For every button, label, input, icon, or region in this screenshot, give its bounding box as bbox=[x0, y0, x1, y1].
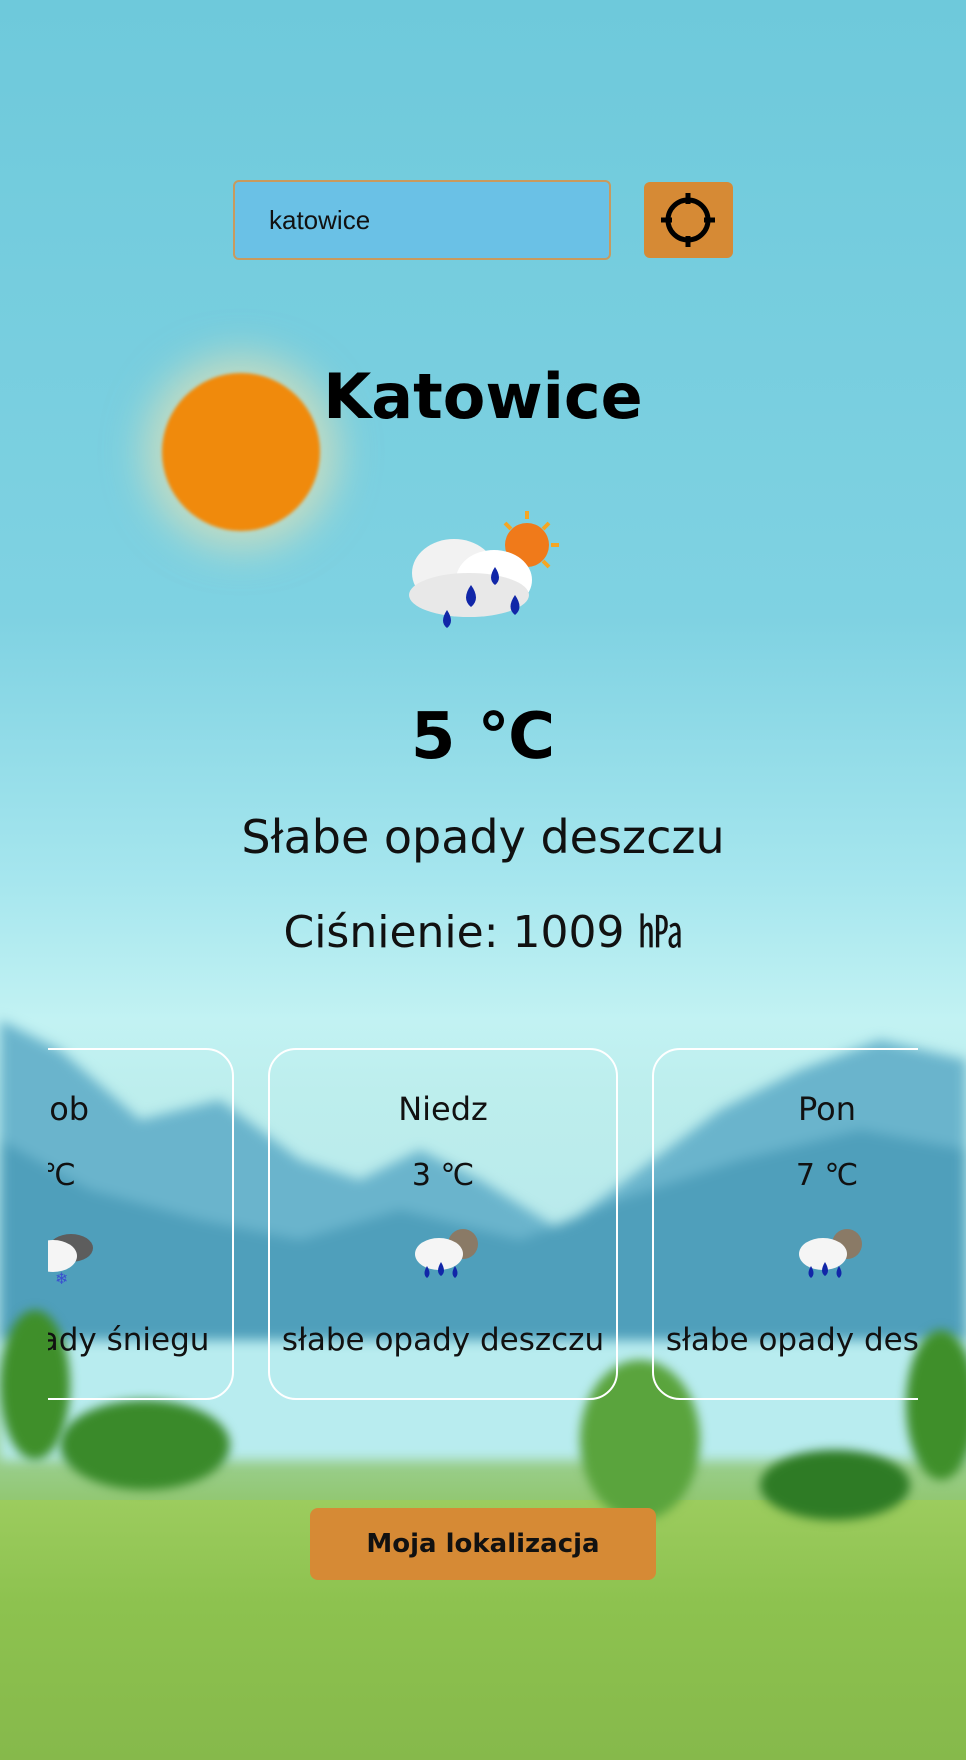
background-scene bbox=[0, 0, 966, 1760]
search-row bbox=[233, 180, 733, 260]
current-temperature: 5 ℃ bbox=[410, 700, 556, 774]
forecast-description: słabe opady deszczu bbox=[665, 1322, 918, 1358]
forecast-description: słabe opady śniegu bbox=[48, 1322, 210, 1358]
pressure-readout: Ciśnienie: 1009 ㍱ bbox=[283, 907, 683, 958]
city-search-input[interactable] bbox=[233, 180, 611, 260]
rain-cloud-icon bbox=[415, 1229, 478, 1278]
my-location-button[interactable]: Moja lokalizacja bbox=[310, 1508, 656, 1580]
weather-description: Słabe opady deszczu bbox=[241, 810, 725, 864]
forecast-card: Pon 7 ℃ słabe opady deszczu bbox=[652, 1048, 918, 1400]
city-name: Katowice bbox=[323, 360, 643, 433]
forecast-temp: 3 ℃ bbox=[411, 1158, 475, 1193]
forecast-day: Pon bbox=[797, 1090, 856, 1128]
forecast-day: Niedz bbox=[398, 1090, 488, 1128]
forecast-description: słabe opady deszczu bbox=[281, 1322, 605, 1358]
svg-text:❄: ❄ bbox=[55, 1269, 68, 1286]
rain-cloud-icon bbox=[799, 1229, 862, 1278]
rain-cloud-with-sun-icon bbox=[409, 511, 559, 628]
forecast-temp: 7 ℃ bbox=[795, 1158, 859, 1193]
forecast-carousel[interactable]: Sob ℃ ❄ ❄ słabe opady śniegu Niedz 3 ℃ s… bbox=[48, 1048, 918, 1404]
snow-cloud-icon: ❄ ❄ bbox=[48, 1234, 93, 1286]
forecast-temp: ℃ bbox=[48, 1158, 76, 1193]
forecast-card: Niedz 3 ℃ słabe opady deszczu bbox=[268, 1048, 618, 1400]
forecast-card: Sob ℃ ❄ ❄ słabe opady śniegu bbox=[48, 1048, 234, 1400]
tree-decoration bbox=[760, 1450, 910, 1520]
forecast-day: Sob bbox=[48, 1090, 90, 1128]
crosshair-icon bbox=[661, 193, 715, 247]
tree-decoration bbox=[60, 1400, 230, 1490]
locate-button[interactable] bbox=[644, 182, 733, 258]
